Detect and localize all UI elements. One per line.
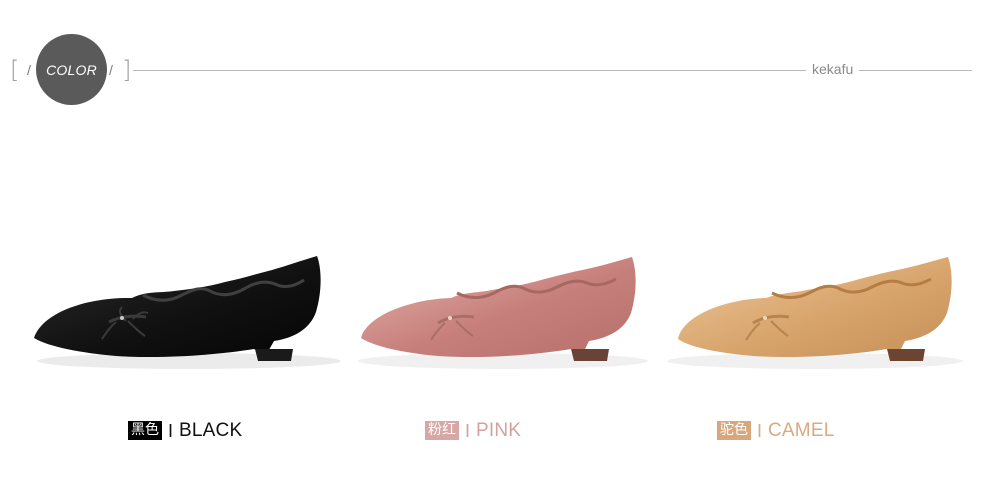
caption-name-camel: CAMEL: [768, 420, 835, 441]
camel-shoe-image: [667, 257, 963, 369]
left-slash: /: [27, 62, 31, 78]
color-badge-label: COLOR: [46, 61, 97, 78]
product-pink[interactable]: 粉红 I PINK: [333, 200, 653, 460]
color-chip-pink: 粉红: [425, 421, 459, 440]
right-bracket: ]: [122, 56, 132, 84]
caption-name-pink: PINK: [476, 420, 522, 441]
brand-label: kekafu: [812, 61, 854, 77]
header-rule-right: [859, 70, 972, 71]
product-camel[interactable]: 驼色 I CAMEL: [650, 200, 970, 460]
caption-camel: 驼色 I CAMEL: [717, 421, 834, 440]
color-chip-camel: 驼色: [717, 421, 751, 440]
black-shoe-image: [34, 256, 341, 369]
caption-pink: 粉红 I PINK: [425, 421, 521, 440]
header-rule-left: [133, 70, 806, 71]
caption-name-black: BLACK: [179, 420, 243, 441]
color-header: [ / COLOR / ] kekafu: [0, 0, 990, 120]
left-bracket: [: [10, 56, 20, 84]
product-black[interactable]: 黑色 I BLACK: [24, 200, 344, 460]
caption-black: 黑色 I BLACK: [128, 421, 242, 440]
product-grid: 黑色 I BLACK 粉红 I PINK 驼色 I CAMEL: [0, 200, 990, 460]
caption-separator-pink: I: [465, 420, 471, 441]
caption-separator-camel: I: [757, 420, 763, 441]
caption-separator-black: I: [168, 420, 174, 441]
pink-shoe-image: [358, 257, 648, 369]
color-badge: COLOR: [36, 34, 107, 105]
right-slash: /: [109, 62, 113, 78]
color-chip-black: 黑色: [128, 421, 162, 440]
